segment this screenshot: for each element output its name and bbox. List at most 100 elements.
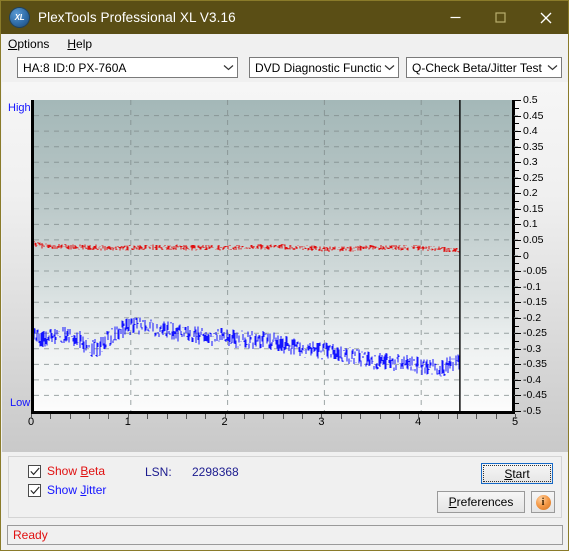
test-select[interactable]: Q-Check Beta/Jitter Test	[406, 57, 562, 78]
y-tick-mark	[515, 411, 521, 412]
x-tick-mark	[398, 414, 400, 419]
x-tick-mark	[437, 414, 439, 419]
x-tick-mark	[456, 414, 458, 419]
y-tick-mark	[515, 146, 521, 148]
maximize-button[interactable]	[478, 1, 523, 34]
y-tick-label: -0.5	[523, 405, 542, 417]
x-tick-mark	[185, 414, 187, 419]
y-tick-label: -0.25	[523, 327, 547, 340]
y-tick-mark-minor	[515, 170, 519, 171]
start-button[interactable]: Start	[481, 463, 553, 484]
y-tick-mark	[515, 115, 521, 117]
y-tick-label: -0.45	[523, 389, 547, 402]
menu-bar: Options Help	[2, 34, 568, 54]
controls-panel: Show Beta Show Jitter LSN: 2298368 Start…	[8, 456, 562, 518]
plot-area[interactable]	[31, 100, 518, 411]
x-axis-line	[31, 411, 515, 414]
show-beta-label: Show Beta	[47, 464, 106, 478]
chevron-down-icon	[544, 58, 561, 77]
function-group-select[interactable]: DVD Diagnostic Functions	[249, 57, 399, 78]
y-tick-mark-minor	[515, 372, 519, 374]
y-tick-mark-minor	[515, 356, 519, 358]
show-jitter-label: Show Jitter	[47, 483, 107, 497]
selection-toolbar: HA:8 ID:0 PX-760A DVD Diagnostic Functio…	[2, 54, 568, 82]
y-tick-mark	[515, 255, 521, 257]
y-tick-mark	[515, 302, 521, 304]
y-tick-mark-minor	[515, 154, 519, 156]
y-tick-mark	[515, 239, 521, 241]
y-tick-label: -0.15	[523, 296, 547, 309]
menu-item-help[interactable]: Help	[67, 38, 92, 50]
plot-background	[31, 100, 518, 411]
show-jitter-checkbox[interactable]: Show Jitter	[28, 483, 106, 497]
y-tick-mark-minor	[515, 247, 519, 249]
y-tick-label: 0.35	[523, 140, 544, 153]
y-tick-label: 0.5	[523, 94, 538, 106]
y-tick-mark-minor	[515, 309, 519, 311]
y-tick-mark	[515, 177, 521, 179]
x-tick-mark	[476, 414, 478, 419]
x-tick-mark	[418, 414, 420, 419]
show-beta-checkbox[interactable]: Show Beta	[28, 464, 105, 478]
menu-item-options[interactable]: Options	[8, 38, 49, 50]
x-tick-mark	[379, 414, 381, 419]
info-button[interactable]: i	[531, 491, 555, 513]
title-bar: XL PlexTools Professional XL V3.16	[1, 1, 568, 34]
application-window: XL PlexTools Professional XL V3.16 Optio…	[0, 0, 569, 551]
y-tick-mark-minor	[515, 216, 519, 218]
x-tick-mark	[166, 414, 168, 419]
y-tick-mark-minor	[515, 185, 519, 187]
checkmark-icon	[28, 483, 41, 497]
chart-svg	[34, 100, 518, 411]
x-tick-mark	[302, 414, 303, 419]
y-tick-label: 0.25	[523, 171, 544, 184]
y-tick-mark-minor	[515, 325, 519, 327]
y-tick-mark	[515, 379, 521, 381]
y-tick-mark-minor	[515, 201, 519, 203]
status-text: Ready	[13, 528, 48, 542]
y-tick-label: 0	[523, 249, 529, 262]
close-button[interactable]	[523, 1, 568, 34]
y-tick-label: -0.2	[523, 311, 542, 324]
preferences-button[interactable]: Preferences	[437, 491, 525, 513]
y-tick-mark	[515, 317, 521, 319]
y-tick-mark-minor	[515, 107, 519, 109]
y-tick-mark	[515, 286, 521, 288]
x-tick-mark	[495, 414, 497, 419]
x-tick-mark	[69, 414, 71, 419]
preferences-button-label: Preferences	[448, 495, 514, 509]
chart-panel: High Low 0.5 0.45 0.4 0.35 0.3 0.25 0.2 0.15 0.1…	[2, 82, 568, 452]
y-tick-label: -0.1	[523, 280, 542, 293]
function-group-select-value: DVD Diagnostic Functions	[255, 60, 381, 75]
y-tick-label: -0.35	[523, 358, 547, 371]
y-tick-label: 0.45	[523, 109, 544, 122]
drive-select[interactable]: HA:8 ID:0 PX-760A	[17, 57, 238, 78]
y-tick-label: 0.1	[523, 218, 538, 231]
menu-item-help-label: elp	[76, 37, 93, 51]
x-tick-mark	[244, 414, 245, 419]
y-tick-label: 0.4	[523, 125, 538, 138]
status-bar: Ready	[7, 525, 563, 545]
app-logo-icon: XL	[10, 8, 29, 27]
x-tick-mark	[127, 414, 129, 419]
checkmark-icon	[28, 464, 41, 478]
axis-label-high: High	[8, 102, 31, 114]
y-tick-mark-minor	[515, 263, 519, 265]
y-tick-label: 0.2	[523, 187, 538, 200]
minimize-button[interactable]	[433, 1, 478, 34]
start-button-label: Start	[504, 466, 530, 481]
lsn-value: 2298368	[192, 465, 239, 479]
chevron-down-icon	[381, 58, 398, 77]
y-tick-mark	[515, 271, 521, 272]
info-icon: i	[535, 494, 551, 510]
x-tick-mark	[282, 414, 284, 419]
x-tick-mark	[205, 414, 207, 419]
x-tick-mark	[89, 414, 91, 419]
x-tick-mark	[224, 414, 226, 419]
y-tick-mark	[515, 395, 521, 397]
x-tick-mark	[263, 414, 265, 419]
y-tick-mark-minor	[515, 387, 519, 389]
x-tick-mark	[50, 414, 52, 419]
y-tick-label: 0.05	[523, 233, 544, 246]
y-tick-mark	[515, 100, 521, 101]
